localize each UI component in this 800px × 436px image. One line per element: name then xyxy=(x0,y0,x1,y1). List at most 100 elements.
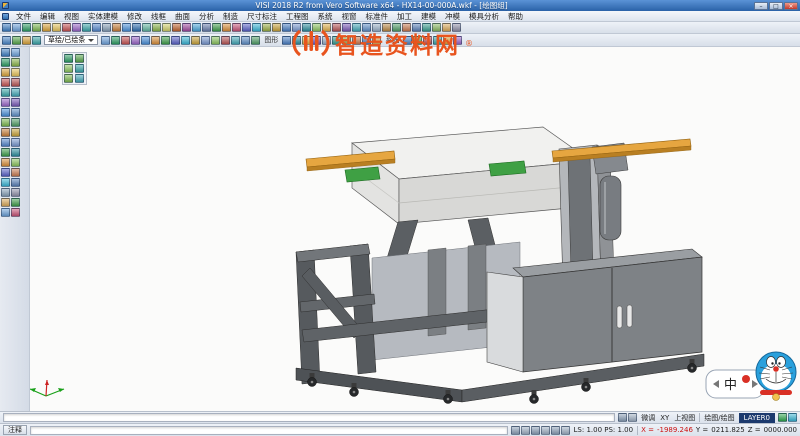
toolbar-icon[interactable] xyxy=(11,78,20,87)
toolbar-icon[interactable] xyxy=(11,128,20,137)
command-input[interactable] xyxy=(30,426,508,435)
toolbar-icon[interactable] xyxy=(352,23,361,32)
toolbar-icon[interactable] xyxy=(11,138,20,147)
toolbar-icon[interactable] xyxy=(372,36,381,45)
toolbar-icon[interactable] xyxy=(403,36,412,45)
toolbar-icon[interactable] xyxy=(442,23,451,32)
menu-item[interactable]: 编辑 xyxy=(36,11,59,22)
menu-item[interactable]: 实体建模 xyxy=(84,11,122,22)
toolbar-icon[interactable] xyxy=(62,23,71,32)
toolbar-icon[interactable] xyxy=(11,188,20,197)
toolbar-icon[interactable] xyxy=(22,23,31,32)
view-name-label[interactable]: 上视图 xyxy=(673,413,696,423)
toolbar-icon[interactable] xyxy=(11,58,20,67)
toolbar-icon[interactable] xyxy=(11,178,20,187)
toolbar-icon[interactable] xyxy=(1,88,10,97)
toolbar-icon[interactable] xyxy=(222,23,231,32)
menu-item[interactable]: 加工 xyxy=(393,11,416,22)
toolbar-icon[interactable] xyxy=(152,23,161,32)
toolbar-icon[interactable] xyxy=(1,48,10,57)
toolbar-icon[interactable] xyxy=(1,58,10,67)
toolbar-icon[interactable] xyxy=(1,148,10,157)
menu-item[interactable]: 帮助 xyxy=(504,11,527,22)
toolbar-icon[interactable] xyxy=(121,36,130,45)
maximize-button[interactable]: □ xyxy=(769,2,783,10)
toolbar-icon[interactable] xyxy=(423,36,432,45)
toolbar-icon[interactable] xyxy=(1,78,10,87)
menu-item[interactable]: 视图 xyxy=(60,11,83,22)
menu-item[interactable]: 工程图 xyxy=(282,11,313,22)
toolbar-icon[interactable] xyxy=(64,54,73,63)
toolbar-icon[interactable] xyxy=(2,23,11,32)
toolbar-icon[interactable] xyxy=(191,36,200,45)
toolbar-icon[interactable] xyxy=(511,426,520,435)
menu-item[interactable]: 曲面 xyxy=(171,11,194,22)
toolbar-icon[interactable] xyxy=(141,36,150,45)
toolbar-icon[interactable] xyxy=(131,36,140,45)
toolbar-icon[interactable] xyxy=(11,118,20,127)
toolbar-icon[interactable] xyxy=(101,36,110,45)
toolbar-icon[interactable] xyxy=(1,188,10,197)
toolbar-icon[interactable] xyxy=(11,108,20,117)
toolbar-icon[interactable] xyxy=(628,413,637,422)
menu-item[interactable]: 模具分析 xyxy=(465,11,503,22)
toolbar-icon[interactable] xyxy=(172,23,181,32)
toolbar-icon[interactable] xyxy=(11,68,20,77)
sketch-mode-combo[interactable]: 草绘/已绘条 xyxy=(44,35,98,45)
minimize-button[interactable]: – xyxy=(754,2,768,10)
toolbar-icon[interactable] xyxy=(282,36,291,45)
menu-item[interactable]: 系统 xyxy=(314,11,337,22)
toolbar-icon[interactable] xyxy=(292,23,301,32)
toolbar-icon[interactable] xyxy=(102,23,111,32)
close-button[interactable]: × xyxy=(784,2,798,10)
workplane-label[interactable]: XY xyxy=(659,414,670,422)
toolbar-icon[interactable] xyxy=(392,23,401,32)
toolbar-icon[interactable] xyxy=(132,23,141,32)
toolbar-icon[interactable] xyxy=(11,158,20,167)
toolbar-icon[interactable] xyxy=(221,36,230,45)
toolbar-icon[interactable] xyxy=(282,23,291,32)
toolbar-icon[interactable] xyxy=(1,128,10,137)
toolbar-icon[interactable] xyxy=(64,64,73,73)
menu-item[interactable]: 标准件 xyxy=(362,11,393,22)
toolbar-icon[interactable] xyxy=(382,23,391,32)
toolbar-icon[interactable] xyxy=(72,23,81,32)
toolbar-icon[interactable] xyxy=(12,23,21,32)
toolbar-icon[interactable] xyxy=(1,98,10,107)
toolbar-icon[interactable] xyxy=(1,138,10,147)
toolbar-icon[interactable] xyxy=(11,208,20,217)
toolbar-icon[interactable] xyxy=(443,36,452,45)
toolbar-icon[interactable] xyxy=(11,48,20,57)
toolbar-icon[interactable] xyxy=(242,23,251,32)
toolbar-icon[interactable] xyxy=(362,36,371,45)
toolbar-icon[interactable] xyxy=(452,23,461,32)
toolbar-icon[interactable] xyxy=(151,36,160,45)
toolbar-icon[interactable] xyxy=(241,36,250,45)
toolbar-icon[interactable] xyxy=(778,413,787,422)
toolbar-icon[interactable] xyxy=(202,23,211,32)
toolbar-icon[interactable] xyxy=(1,108,10,117)
toolbar-icon[interactable] xyxy=(171,36,180,45)
toolbar-icon[interactable] xyxy=(75,74,84,83)
toolbar-icon[interactable] xyxy=(521,426,530,435)
toolbar-icon[interactable] xyxy=(302,23,311,32)
toolbar-icon[interactable] xyxy=(11,148,20,157)
toolbar-icon[interactable] xyxy=(362,23,371,32)
toolbar-icon[interactable] xyxy=(75,54,84,63)
menu-item[interactable]: 视窗 xyxy=(338,11,361,22)
toolbar-icon[interactable] xyxy=(1,118,10,127)
toolbar-icon[interactable] xyxy=(52,23,61,32)
toolbar-icon[interactable] xyxy=(413,36,422,45)
toolbar-icon[interactable] xyxy=(122,23,131,32)
toolbar-icon[interactable] xyxy=(433,36,442,45)
toolbar-icon[interactable] xyxy=(788,413,797,422)
toolbar-icon[interactable] xyxy=(11,168,20,177)
toolbar-icon[interactable] xyxy=(372,23,381,32)
toolbar-icon[interactable] xyxy=(11,88,20,97)
toolbar-icon[interactable] xyxy=(322,36,331,45)
toolbar-icon[interactable] xyxy=(1,198,10,207)
toolbar-icon[interactable] xyxy=(161,36,170,45)
toolbar-icon[interactable] xyxy=(531,426,540,435)
toolbar-icon[interactable] xyxy=(1,158,10,167)
toolbar-icon[interactable] xyxy=(561,426,570,435)
